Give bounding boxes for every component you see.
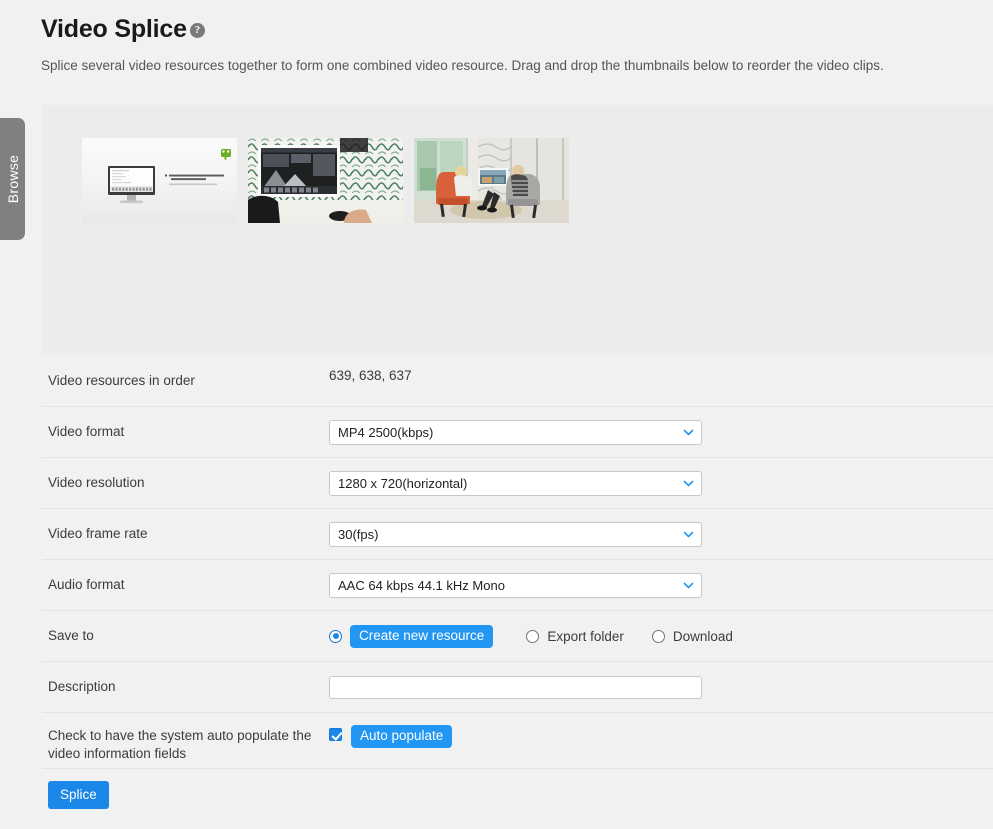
label-audio-format: Audio format [48,577,125,592]
label-video-resources: Video resources in order [48,373,195,388]
form-actions: Splice [42,769,993,809]
video-thumbnail-2[interactable] [248,138,403,223]
splice-settings-form: Video resources in order 639, 638, 637 V… [42,355,993,809]
save-to-option-download[interactable]: Download [651,629,733,644]
help-icon[interactable]: ? [189,23,205,38]
row-video-resolution: Video resolution 1280 x 720(horizontal) [42,458,993,509]
video-splice-page: Browse Video Splice? Splice several vide… [0,0,993,829]
row-save-to: Save to Create new resource Export folde… [42,611,993,662]
page-header: Video Splice? Splice several video resou… [0,0,993,74]
thumbnail-image-1 [82,138,237,223]
browse-side-tab[interactable]: Browse [0,118,25,240]
row-audio-format: Audio format AAC 64 kbps 44.1 kHz Mono [42,560,993,611]
label-video-format: Video format [48,424,125,439]
label-video-frame-rate: Video frame rate [48,526,148,541]
radio-export-folder[interactable] [526,629,540,643]
thumbnail-drop-area[interactable] [42,105,993,355]
save-to-label-create-new-resource[interactable]: Create new resource [350,624,494,648]
save-to-option-export-folder[interactable]: Export folder [526,629,624,644]
video-thumbnail-1[interactable] [82,138,237,223]
row-auto-populate: Check to have the system auto populate t… [42,713,993,769]
row-video-format: Video format MP4 2500(kbps) [42,407,993,458]
save-to-label-download[interactable]: Download [673,629,733,644]
label-save-to: Save to [48,628,94,643]
auto-populate-checkbox[interactable] [329,728,342,741]
save-to-label-export-folder[interactable]: Export folder [547,629,624,644]
video-resources-value: 639, 638, 637 [329,368,412,383]
save-to-option-create-new-resource[interactable]: Create new resource [329,624,494,648]
page-description: Splice several video resources together … [41,58,884,73]
video-format-select[interactable]: MP4 2500(kbps) [329,419,702,445]
radio-download[interactable] [651,629,665,643]
thumbnail-list [82,138,569,223]
video-frame-rate-select[interactable]: 30(fps) [329,521,702,547]
row-video-frame-rate: Video frame rate 30(fps) [42,509,993,560]
browse-tab-label: Browse [4,154,21,204]
auto-populate-button[interactable]: Auto populate [351,725,453,748]
video-resolution-select[interactable]: 1280 x 720(horizontal) [329,470,702,496]
video-thumbnail-3[interactable] [414,138,569,223]
page-title: Video Splice [41,15,187,43]
save-to-radio-group: Create new resource Export folder Downlo… [329,624,733,648]
row-description: Description [42,662,993,713]
splice-button[interactable]: Splice [48,781,109,809]
row-video-resources: Video resources in order 639, 638, 637 [42,355,993,407]
thumbnail-image-2 [248,138,403,223]
label-video-resolution: Video resolution [48,475,145,490]
audio-format-select[interactable]: AAC 64 kbps 44.1 kHz Mono [329,572,702,598]
description-input[interactable] [329,675,702,699]
thumbnail-image-3 [414,138,569,223]
radio-create-new-resource[interactable] [329,629,342,643]
label-auto-populate: Check to have the system auto populate t… [48,728,312,761]
label-description: Description [48,679,116,694]
